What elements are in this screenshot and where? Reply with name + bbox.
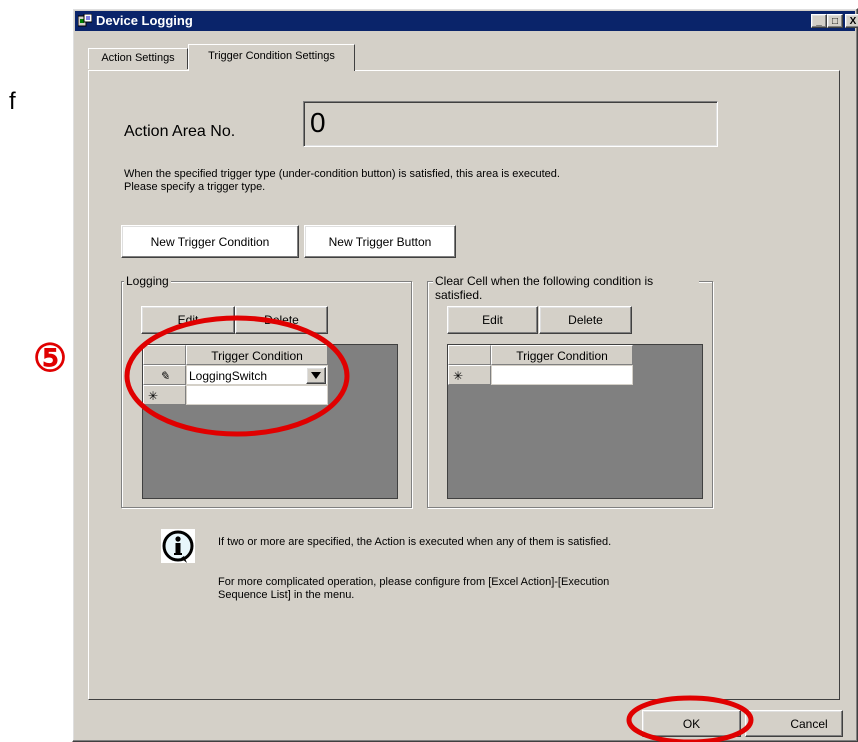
device-logging-window: Device Logging _ □ X Action Settings Tri… bbox=[72, 8, 858, 742]
minimize-button[interactable]: _ bbox=[811, 14, 827, 28]
logging-column-header[interactable]: Trigger Condition bbox=[186, 345, 328, 365]
clear-cell-column-header[interactable]: Trigger Condition bbox=[491, 345, 633, 365]
clear-cell-edit-button[interactable]: Edit bbox=[447, 306, 538, 334]
tab-action-settings-label: Action Settings bbox=[101, 52, 175, 64]
new-trigger-condition-label: New Trigger Condition bbox=[150, 234, 270, 249]
window-title: Device Logging bbox=[96, 13, 193, 28]
clear-cell-legend-line-2: satisfied. bbox=[435, 288, 483, 302]
logging-group: Logging Edit Delete Trigger Condition ✎ … bbox=[121, 274, 412, 508]
grid-corner-header bbox=[448, 345, 491, 365]
logging-trigger-select[interactable]: LoggingSwitch bbox=[186, 365, 328, 385]
clear-cell-delete-button[interactable]: Delete bbox=[539, 306, 632, 334]
cancel-label: Cancel bbox=[790, 716, 828, 731]
info-line-2: For more complicated operation, please c… bbox=[218, 576, 610, 588]
logging-edit-button[interactable]: Edit bbox=[141, 306, 235, 334]
logging-edit-label: Edit bbox=[177, 313, 199, 327]
ok-button[interactable]: OK bbox=[642, 710, 741, 737]
title-bar[interactable]: Device Logging _ □ X bbox=[75, 11, 858, 31]
clear-cell-new-row-cell[interactable] bbox=[491, 365, 633, 385]
description-line-1: When the specified trigger type (under-c… bbox=[124, 168, 560, 180]
cancel-button[interactable]: Cancel bbox=[745, 710, 843, 737]
clear-cell-delete-label: Delete bbox=[568, 313, 603, 327]
grid-corner-header bbox=[143, 345, 186, 365]
clear-cell-trigger-grid[interactable]: Trigger Condition ✳ bbox=[447, 344, 703, 499]
logging-trigger-value: LoggingSwitch bbox=[189, 369, 268, 383]
close-button[interactable]: X bbox=[845, 14, 858, 28]
maximize-icon: □ bbox=[831, 15, 839, 27]
dropdown-button[interactable] bbox=[306, 367, 326, 384]
new-row-indicator: ✳ bbox=[448, 365, 491, 385]
app-icon bbox=[77, 13, 93, 28]
step-number-annotation: ⑤ bbox=[33, 338, 68, 380]
info-icon bbox=[161, 529, 195, 563]
info-line-3: Sequence List] in the menu. bbox=[218, 589, 355, 601]
new-trigger-button-button[interactable]: New Trigger Button bbox=[304, 225, 456, 258]
description-line-2: Please specify a trigger type. bbox=[124, 181, 266, 193]
chevron-down-icon bbox=[311, 366, 321, 386]
row-edit-indicator: ✎ bbox=[143, 365, 186, 385]
ok-label: OK bbox=[682, 716, 701, 731]
logging-delete-label: Delete bbox=[264, 313, 299, 327]
tab-trigger-condition-settings[interactable]: Trigger Condition Settings bbox=[188, 44, 355, 71]
tab-trigger-condition-settings-label: Trigger Condition Settings bbox=[208, 50, 335, 62]
logging-legend: Logging bbox=[124, 274, 171, 288]
clear-cell-legend-line-1: Clear Cell when the following condition … bbox=[435, 274, 654, 288]
page-stray-character: f bbox=[9, 88, 16, 115]
logging-new-row-cell[interactable] bbox=[186, 385, 328, 405]
clear-cell-legend: Clear Cell when the following condition … bbox=[433, 274, 699, 302]
new-trigger-condition-button[interactable]: New Trigger Condition bbox=[121, 225, 299, 258]
tab-panel: Action Area No. 0 When the specified tri… bbox=[88, 70, 840, 700]
clear-cell-group: Clear Cell when the following condition … bbox=[427, 274, 713, 508]
info-line-1: If two or more are specified, the Action… bbox=[218, 536, 612, 548]
action-area-number-field[interactable]: 0 bbox=[303, 101, 718, 147]
logging-delete-button[interactable]: Delete bbox=[235, 306, 328, 334]
minimize-icon: _ bbox=[816, 16, 822, 27]
new-row-indicator: ✳ bbox=[143, 385, 186, 405]
action-area-number-value: 0 bbox=[310, 107, 326, 138]
close-icon: X bbox=[849, 15, 857, 27]
logging-trigger-grid[interactable]: Trigger Condition ✎ LoggingSwitch ✳ bbox=[142, 344, 398, 499]
clear-cell-edit-label: Edit bbox=[482, 313, 503, 327]
maximize-button[interactable]: □ bbox=[827, 14, 843, 28]
new-trigger-button-label: New Trigger Button bbox=[328, 234, 432, 249]
action-area-label: Action Area No. bbox=[124, 123, 236, 140]
tab-action-settings[interactable]: Action Settings bbox=[88, 48, 188, 69]
